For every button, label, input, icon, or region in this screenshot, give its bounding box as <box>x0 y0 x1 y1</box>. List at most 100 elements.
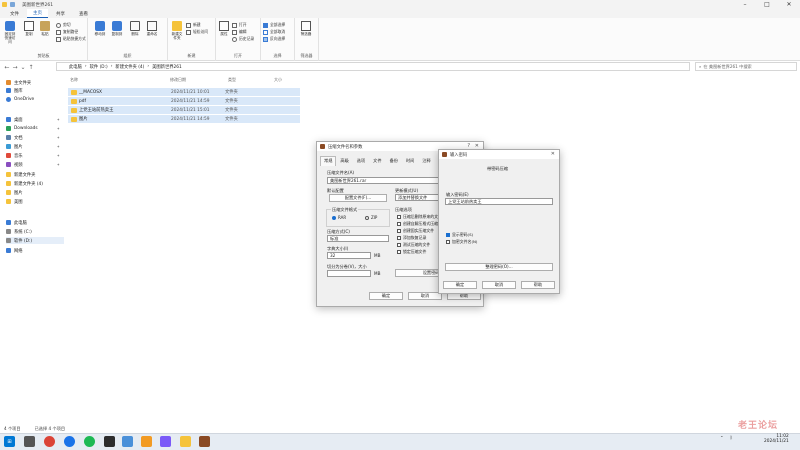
nav-meitu[interactable]: 美图 <box>6 198 64 205</box>
new-folder-button[interactable]: 新建文件夹 <box>170 21 184 40</box>
chrome-icon[interactable] <box>44 436 55 447</box>
clock[interactable]: 11:02 2024/11/21 <box>764 434 789 444</box>
edit-button[interactable]: 编辑 <box>232 29 247 35</box>
option-solid[interactable]: 创建固实压缩文件 <box>397 228 434 234</box>
file-row[interactable]: 上党王站前热卖王 2024/11/21 15:01 文件夹 <box>68 106 300 114</box>
history-button[interactable]: 历史记录 <box>232 36 254 42</box>
app-icon[interactable] <box>141 436 152 447</box>
winrar-icon[interactable] <box>199 436 210 447</box>
password-input[interactable]: 上党王站前热卖王 <box>445 198 553 205</box>
tab-backup[interactable]: 备份 <box>386 156 402 166</box>
nav-network[interactable]: 网络 <box>6 247 64 254</box>
maximize-icon[interactable]: □ <box>756 0 778 9</box>
address-bar[interactable]: 此电脑 › 软件 (D:) › 新建文件夹 (4) › 美图新世界261 <box>56 62 690 71</box>
crumb-current[interactable]: 美图新世界261 <box>152 64 182 70</box>
delete-button[interactable]: 删除 <box>128 21 142 36</box>
cancel-button[interactable]: 取消 <box>408 292 442 300</box>
bluetooth-icon[interactable]: ᛒ <box>730 436 733 441</box>
nav-downloads[interactable]: Downloads ✦ <box>6 125 64 132</box>
app-icon[interactable] <box>160 436 171 447</box>
option-test[interactable]: 测试压缩的文件 <box>397 242 430 248</box>
nav-videos[interactable]: 视频 ✦ <box>6 161 64 168</box>
profiles-button[interactable]: 配置文件(F)... <box>329 194 387 202</box>
minimize-icon[interactable]: – <box>734 0 756 9</box>
select-all-button[interactable]: 全部选择 <box>263 22 285 28</box>
recent-chevron-icon[interactable]: ⌄ <box>19 64 27 71</box>
paste-button[interactable]: 粘贴 <box>38 21 52 36</box>
password-ok-button[interactable]: 确定 <box>443 281 477 289</box>
dict-select[interactable]: 32 <box>327 252 371 259</box>
method-select[interactable]: 标准 <box>327 235 389 242</box>
invert-selection-button[interactable]: 反向选择 <box>263 36 285 42</box>
tab-advanced[interactable]: 高级 <box>336 156 352 166</box>
properties-button[interactable]: 属性 <box>217 21 231 36</box>
ok-button[interactable]: 确定 <box>369 292 403 300</box>
nav-gallery[interactable]: 图库 <box>6 87 64 94</box>
file-explorer-icon[interactable] <box>180 436 191 447</box>
tab-time[interactable]: 时间 <box>402 156 418 166</box>
pin-button[interactable]: 固定到快速访问 <box>3 21 17 44</box>
nav-new-folder[interactable]: 新建文件夹 <box>6 171 64 178</box>
nav-home[interactable]: 主文件夹 <box>6 79 64 86</box>
cut-button[interactable]: 剪切 <box>56 22 71 28</box>
filter-button[interactable]: 筛选器 <box>299 21 313 36</box>
move-to-button[interactable]: 移动到 <box>93 21 107 36</box>
password-cancel-button[interactable]: 取消 <box>482 281 516 289</box>
crumb-drive-d[interactable]: 软件 (D:) <box>90 64 108 70</box>
close-icon[interactable]: ✕ <box>551 151 555 157</box>
browser-icon[interactable] <box>64 436 75 447</box>
close-icon[interactable]: ✕ <box>778 0 800 9</box>
nav-this-pc[interactable]: 此电脑 <box>6 219 64 226</box>
back-icon[interactable]: ← <box>3 64 11 71</box>
tab-share[interactable]: 共享 <box>50 10 71 18</box>
nav-music[interactable]: 音乐 ✦ <box>6 152 64 159</box>
up-icon[interactable]: ↑ <box>27 64 35 71</box>
format-rar-radio[interactable]: RAR <box>332 215 346 220</box>
tab-options[interactable]: 选项 <box>353 156 369 166</box>
nav-images[interactable]: 图片 <box>6 189 64 196</box>
show-password-checkbox[interactable]: 显示密码(S) <box>446 232 473 238</box>
encrypt-names-checkbox[interactable]: 加密文件名(N) <box>446 239 477 245</box>
format-zip-radio[interactable]: ZIP <box>365 215 377 220</box>
nav-desktop[interactable]: 桌面 ✦ <box>6 116 64 123</box>
tab-general[interactable]: 常规 <box>320 156 337 166</box>
paste-shortcut-button[interactable]: 粘贴快捷方式 <box>56 36 86 42</box>
copy-to-button[interactable]: 复制到 <box>110 21 124 36</box>
forward-icon[interactable]: → <box>11 64 19 71</box>
start-icon[interactable]: ⊞ <box>4 436 15 447</box>
nav-drive-c[interactable]: 系统 (C:) <box>6 228 64 235</box>
app-icon[interactable] <box>104 436 115 447</box>
nav-pictures[interactable]: 图片 ✦ <box>6 143 64 150</box>
crumb-folder[interactable]: 新建文件夹 (4) <box>115 64 144 70</box>
tab-file[interactable]: 文件 <box>4 10 25 18</box>
file-row[interactable]: 图片 2024/11/21 14:59 文件夹 <box>68 115 300 123</box>
copy-button[interactable]: 复制 <box>22 21 36 36</box>
tab-comment[interactable]: 注释 <box>418 156 434 166</box>
app-icon[interactable] <box>122 436 133 447</box>
tab-home[interactable]: 主页 <box>27 9 48 18</box>
crumb-this-pc[interactable]: 此电脑 <box>69 64 82 70</box>
search-input[interactable]: ⌕ 在 美图新世界261 中搜索 <box>695 62 797 71</box>
option-delete-after[interactable]: 压缩后删除原来的文件 <box>397 214 442 220</box>
task-view-icon[interactable] <box>24 436 35 447</box>
tab-files[interactable]: 文件 <box>369 156 385 166</box>
easy-access-button[interactable]: 轻松访问 <box>186 29 208 35</box>
nav-onedrive[interactable]: OneDrive <box>6 96 64 103</box>
split-input[interactable] <box>327 270 371 277</box>
copy-path-button[interactable]: 复制路径 <box>56 29 78 35</box>
open-button[interactable]: 打开 <box>232 22 247 28</box>
nav-documents[interactable]: 文档 ✦ <box>6 134 64 141</box>
option-lock[interactable]: 锁定压缩文件 <box>397 249 426 255</box>
password-help-button[interactable]: 帮助 <box>521 281 555 289</box>
column-date[interactable]: 修改日期 <box>170 77 186 83</box>
select-none-button[interactable]: 全部取消 <box>263 29 285 35</box>
file-row[interactable]: __MACOSX 2024/11/21 10:01 文件夹 <box>68 88 300 96</box>
quick-access-icon[interactable] <box>10 2 15 7</box>
column-name[interactable]: 名称 <box>70 77 78 83</box>
column-size[interactable]: 大小 <box>274 77 282 83</box>
tray-chevron-icon[interactable]: ⌃ <box>720 436 724 441</box>
file-row[interactable]: pdf 2024/11/21 14:59 文件夹 <box>68 97 300 105</box>
rename-button[interactable]: 重命名 <box>145 21 159 36</box>
new-item-button[interactable]: 新建 <box>186 22 201 28</box>
column-type[interactable]: 类型 <box>228 77 236 83</box>
